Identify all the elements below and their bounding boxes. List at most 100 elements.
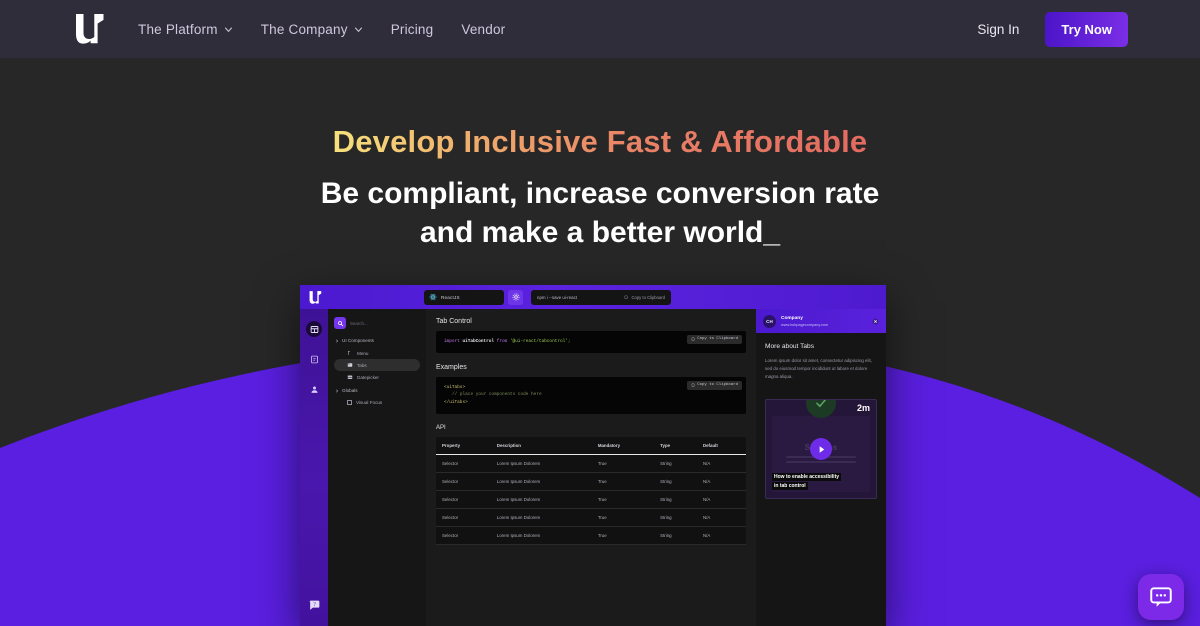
tree-group-label: Globals [342, 388, 358, 393]
tree-item-label: Datepicker [357, 374, 379, 380]
table-row[interactable]: Selector Lorem Ipsum Dolorem True String… [436, 508, 746, 527]
chat-bubble-icon [1150, 587, 1172, 607]
panel-company-name: Company [781, 316, 803, 322]
cell-default: N/A [696, 472, 746, 491]
chat-widget-button[interactable] [1138, 574, 1184, 620]
cell-description: Lorem Ipsum Dolorem [490, 526, 592, 545]
copy-import-button[interactable]: Copy to Clipboard [686, 335, 742, 344]
cell-mandatory: True [591, 454, 655, 473]
nav-link-label: Pricing [390, 21, 434, 37]
tree-item-datepicker[interactable]: Datepicker [334, 371, 420, 383]
install-command-bar[interactable]: npm i --save ui-react Copy to Clipboard [531, 289, 671, 305]
copy-example-button[interactable]: Copy to Clipboard [686, 380, 742, 390]
example-code-block: Copy to Clipboard <uiTabs> // place your… [436, 376, 746, 414]
copy-icon [691, 337, 695, 341]
col-property: Property [436, 436, 491, 455]
nav-link-pricing[interactable]: Pricing [377, 14, 448, 45]
tree-group-globals[interactable]: Globals [335, 388, 420, 393]
video-caption: How to enable accessibility in tab contr… [772, 473, 876, 490]
tree-item-tabs[interactable]: Tabs [334, 359, 420, 371]
cell-property: Selector [436, 454, 491, 473]
table-row[interactable]: Selector Lorem Ipsum Dolorem True String… [436, 472, 746, 491]
cell-type: String [654, 454, 697, 473]
copy-to-clipboard-button[interactable]: Copy to Clipboard [624, 295, 665, 300]
tree-group-ui-components[interactable]: UI Components [335, 338, 420, 343]
account-icon [311, 386, 317, 393]
mockup-icon-rail: ? [300, 309, 328, 626]
chevron-right-icon [336, 388, 339, 393]
mockup-content: Tab Control Copy to Clipboard import uiT… [426, 309, 756, 626]
framework-selector[interactable]: ReactJS [424, 289, 504, 305]
rail-item-dashboard[interactable] [306, 321, 322, 337]
video-card[interactable]: 2m Success How to enable [765, 399, 877, 500]
brand-logo-icon[interactable] [70, 9, 110, 49]
placeholder-line [785, 460, 857, 464]
api-title: API [436, 424, 446, 431]
avatar: CH [763, 314, 776, 328]
content-title: Tab Control [436, 318, 472, 325]
col-type: Type [654, 436, 697, 455]
nav-links: The Platform The Company Pricing Vendor [124, 14, 519, 45]
import-code-block: Copy to Clipboard import uiTabControl fr… [436, 331, 746, 353]
panel-identity: Company www.hubpagecompany.com [781, 315, 828, 326]
datepicker-component-icon [347, 375, 353, 379]
cell-mandatory: True [591, 526, 655, 545]
chevron-down-icon [224, 26, 232, 32]
close-icon[interactable] [872, 318, 879, 325]
sign-in-link[interactable]: Sign In [963, 14, 1033, 45]
magnifier-glyph [337, 320, 343, 326]
code-keyword-import: import [444, 339, 460, 344]
hero-section: Develop Inclusive Fast & Affordable Be c… [0, 58, 1200, 252]
page-root: The Platform The Company Pricing Vendor … [0, 0, 1200, 626]
framework-label: ReactJS [441, 294, 460, 300]
cell-description: Lorem Ipsum Dolorem [490, 472, 592, 491]
code-module-path: '@ui-react/tabcontrol'; [509, 339, 571, 344]
cell-mandatory: True [591, 490, 655, 509]
cell-property: Selector [436, 490, 491, 509]
chevron-down-icon [354, 26, 362, 32]
search-icon [334, 317, 346, 329]
menu-component-icon [348, 351, 350, 355]
tree-item-label: Visual Focus [356, 400, 383, 405]
code-identifier: uiTabControl [462, 339, 495, 344]
tree-item-menu[interactable]: Menu [334, 347, 420, 359]
chevron-right-icon [336, 338, 339, 343]
nav-link-the-company[interactable]: The Company [247, 14, 377, 45]
table-row[interactable]: Selector Lorem Ipsum Dolorem True String… [436, 526, 746, 545]
visual-focus-checkbox[interactable] [347, 400, 352, 405]
table-row[interactable]: Selector Lorem Ipsum Dolorem True String… [436, 454, 746, 473]
nav-link-label: Vendor [461, 21, 506, 37]
settings-button[interactable] [508, 289, 523, 305]
col-default: Default [696, 436, 746, 455]
rail-item-account[interactable] [306, 381, 322, 397]
checkmark-icon [816, 400, 826, 408]
rail-item-docs[interactable] [306, 351, 322, 367]
nav-link-the-platform[interactable]: The Platform [124, 14, 247, 45]
play-button[interactable] [810, 438, 832, 461]
copy-icon [691, 383, 695, 387]
nav-link-vendor[interactable]: Vendor [447, 14, 519, 45]
tree-item-visual-focus[interactable]: Visual Focus [334, 397, 420, 408]
table-row[interactable]: Selector Lorem Ipsum Dolorem True String… [436, 490, 746, 509]
cell-default: N/A [696, 508, 746, 527]
tree-item-label: Tabs [357, 362, 367, 368]
top-navbar: The Platform The Company Pricing Vendor … [0, 0, 1200, 58]
panel-header: CH Company www.hubpagecompany.com [756, 309, 886, 333]
dashboard-icon [310, 325, 318, 333]
col-description: Description [490, 436, 592, 455]
panel-company-url: www.hubpagecompany.com [781, 322, 829, 327]
code-close-tag: </uiTabs> [444, 400, 468, 406]
sidebar-search[interactable]: Search... [334, 317, 420, 329]
help-bubble-icon: ? [309, 600, 319, 610]
sidebar-search-placeholder: Search... [350, 320, 368, 326]
try-now-button[interactable]: Try Now [1045, 11, 1128, 47]
cell-default: N/A [696, 490, 746, 509]
cell-property: Selector [436, 508, 491, 527]
panel-heading: More about Tabs [765, 343, 814, 350]
cell-type: String [654, 472, 697, 491]
mockup-brand-logo-icon [309, 290, 322, 304]
tabs-component-icon [347, 363, 353, 367]
api-table: Property Description Mandatory Type Defa… [436, 436, 746, 545]
code-comment: // place your components code here [452, 392, 542, 398]
rail-item-help[interactable]: ? [308, 599, 321, 612]
